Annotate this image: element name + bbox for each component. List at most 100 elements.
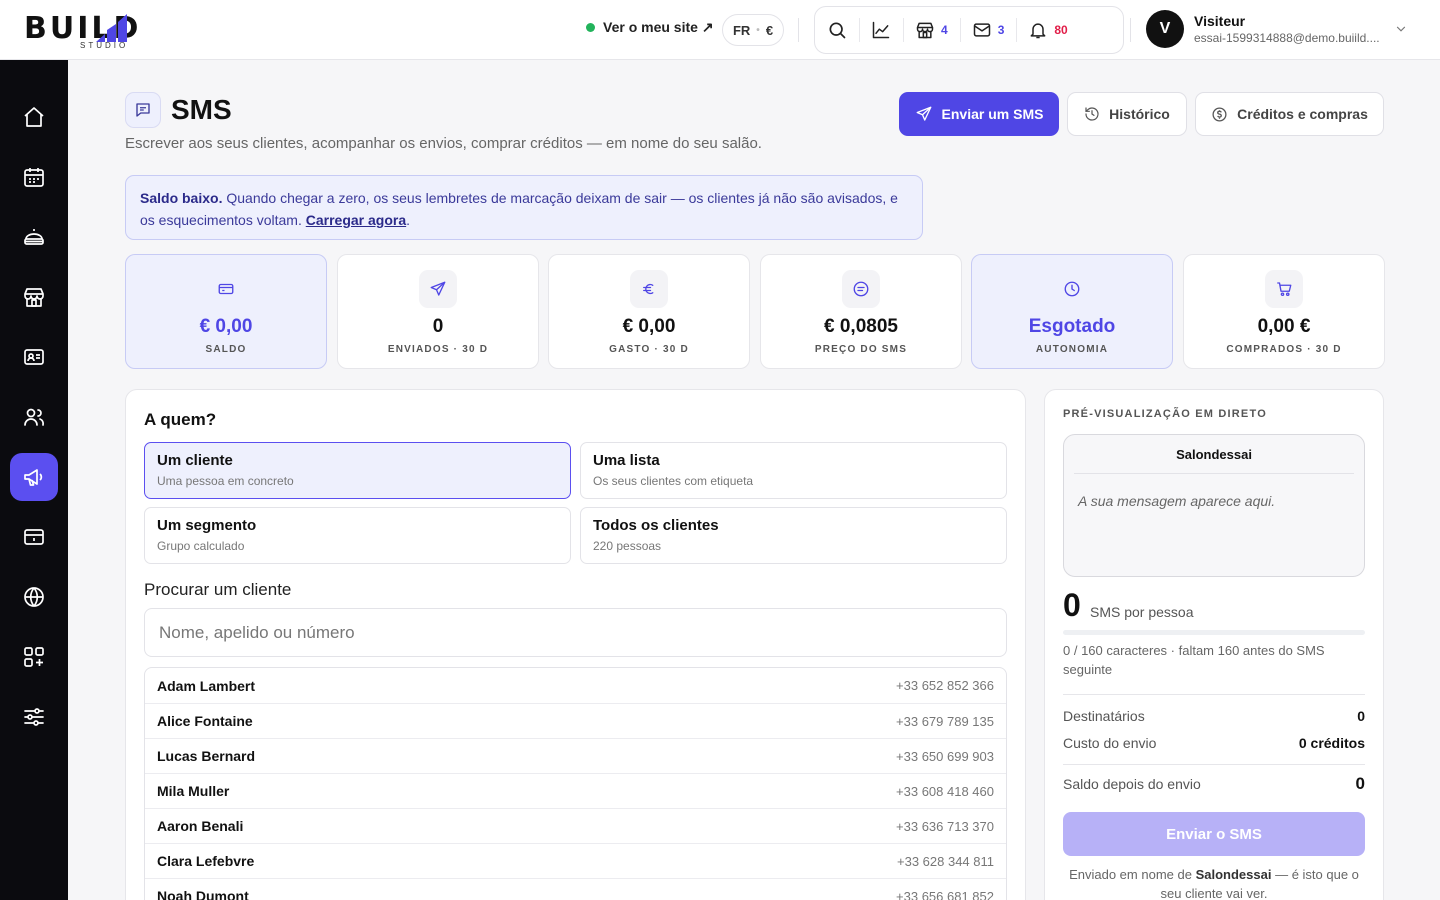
audience-option-list[interactable]: Uma lista Os seus clientes com etiqueta: [580, 442, 1007, 499]
client-phone: +33 636 713 370: [896, 818, 994, 834]
char-counter: 0 / 160 caracteres · faltam 160 antes do…: [1063, 643, 1325, 677]
audience-option-segment[interactable]: Um segmento Grupo calculado: [144, 507, 571, 564]
sidebar-item-payments[interactable]: [10, 513, 58, 561]
client-row[interactable]: Noah Dumont +33 656 681 852: [145, 878, 1006, 900]
stat-value: Esgotado: [1028, 316, 1116, 337]
credits-label: Créditos e compras: [1237, 106, 1368, 122]
stat-card-autonomy: Esgotado AUTONOMIA: [971, 254, 1173, 369]
option-desc: Os seus clientes com etiqueta: [593, 474, 754, 488]
cost-value: 0 créditos: [1298, 735, 1365, 751]
top-bar: BUILD STUDIO Ver o meu site ↗ FR • € 4 3: [0, 0, 1440, 60]
shop-count: 4: [941, 23, 948, 37]
user-menu[interactable]: V Visiteur essai-1599314888@demo.buiild.…: [1146, 10, 1380, 48]
send-sms-submit-button[interactable]: Enviar o SMS: [1063, 812, 1365, 856]
globe-icon: [24, 587, 44, 607]
send-icon: [430, 281, 446, 296]
contacts-icon: [24, 349, 44, 365]
phone-preview: Salondessai A sua mensagem aparece aqui.: [1063, 434, 1365, 577]
option-title: Um segmento: [157, 517, 257, 534]
sidebar-item-sms[interactable]: [10, 453, 58, 501]
currency-label: €: [765, 22, 774, 38]
megaphone-icon: [24, 469, 43, 486]
client-row[interactable]: Mila Muller +33 608 418 460: [145, 773, 1006, 808]
audience-option-one-client[interactable]: Um cliente Uma pessoa em concreto: [144, 442, 571, 499]
stat-value: € 0,00: [199, 316, 253, 337]
history-button[interactable]: Histórico: [1067, 92, 1187, 136]
sidebar-item-home[interactable]: [10, 93, 58, 141]
client-name: Lucas Bernard: [157, 748, 256, 764]
client-name: Clara Lefebvre: [157, 853, 255, 869]
sidebar-item-shop[interactable]: [10, 273, 58, 321]
search-button[interactable]: [815, 6, 859, 54]
client-list: Adam Lambert +33 652 852 366 Alice Fonta…: [144, 667, 1007, 900]
sidebar-item-website[interactable]: [10, 573, 58, 621]
stat-value: € 0,00: [622, 316, 676, 337]
top-up-link[interactable]: Carregar agora: [306, 212, 406, 228]
card-icon: [24, 529, 44, 545]
send-sms-button[interactable]: Enviar um SMS: [899, 92, 1059, 136]
online-dot: [586, 23, 595, 32]
option-title: Uma lista: [593, 452, 660, 469]
sms-count: 0: [1063, 587, 1081, 623]
client-name: Adam Lambert: [157, 677, 256, 694]
apps-icon: [24, 647, 44, 667]
language-label: FR: [732, 22, 751, 38]
sender-note-name: Salondessai: [1195, 867, 1272, 882]
history-label: Histórico: [1109, 106, 1170, 122]
alert-text: Quando chegar a zero, os seus lembretes …: [140, 190, 898, 228]
sidebar-item-apps[interactable]: [10, 633, 58, 681]
language-currency-select[interactable]: FR • €: [722, 14, 784, 46]
send-icon: [916, 106, 931, 121]
client-name: Alice Fontaine: [157, 713, 253, 729]
messages-button[interactable]: 3: [959, 6, 1017, 54]
sidebar-item-team[interactable]: [10, 393, 58, 441]
history-icon: [1085, 107, 1099, 121]
audience-option-all-clients[interactable]: Todos os clientes 220 pessoas: [580, 507, 1007, 564]
price-icon: [853, 281, 869, 297]
alert-title: Saldo baixo.: [140, 190, 223, 206]
notifications-button[interactable]: 80: [1016, 6, 1079, 54]
messages-count: 3: [997, 23, 1005, 37]
client-row[interactable]: Adam Lambert +33 652 852 366: [145, 668, 1006, 703]
sms-title-icon: [125, 92, 161, 128]
services-icon: [24, 229, 44, 245]
balance-after-value: 0: [1355, 774, 1365, 793]
sidebar-item-settings[interactable]: [10, 693, 58, 741]
client-search-input[interactable]: [144, 608, 1007, 657]
sender-note: Enviado em nome de Salondessai — é isto …: [1063, 865, 1365, 900]
cost-row: Custo do envio 0 créditos: [1063, 735, 1365, 751]
shop-button[interactable]: 4: [903, 6, 960, 54]
stats-button[interactable]: [859, 6, 903, 54]
client-row[interactable]: Lucas Bernard +33 650 699 903: [145, 738, 1006, 773]
alert-end: .: [406, 212, 411, 228]
logo[interactable]: BUILD STUDIO: [24, 8, 184, 52]
preview-title: PRÉ-VISUALIZAÇÃO EM DIRETO: [1063, 408, 1267, 420]
logo-bars-icon: [96, 14, 127, 42]
client-name: Noah Dumont: [157, 888, 249, 900]
live-preview-panel: PRÉ-VISUALIZAÇÃO EM DIRETO Salondessai A…: [1044, 389, 1384, 900]
credits-button[interactable]: Créditos e compras: [1195, 92, 1384, 136]
client-phone: +33 652 852 366: [896, 678, 994, 693]
option-title: Um cliente: [157, 452, 233, 469]
view-site-link[interactable]: Ver o meu site ↗: [586, 19, 714, 36]
recipients-label: Destinatários: [1063, 708, 1145, 724]
stat-icon-wrap: [1053, 270, 1091, 308]
sidebar-item-calendar[interactable]: [10, 153, 58, 201]
sidebar: [0, 60, 68, 900]
stat-value: 0,00 €: [1257, 316, 1311, 337]
client-phone: +33 608 418 460: [896, 783, 994, 799]
stat-icon-wrap: [630, 270, 668, 308]
stat-card-sent: 0 ENVIADOS · 30 D: [337, 254, 539, 369]
client-row[interactable]: Aaron Benali +33 636 713 370: [145, 808, 1006, 843]
option-desc: 220 pessoas: [593, 539, 662, 553]
chevron-down-icon[interactable]: [1394, 22, 1408, 36]
sidebar-item-services[interactable]: [10, 213, 58, 261]
recipients-value: 0: [1357, 708, 1365, 724]
store-icon: [916, 22, 934, 39]
sidebar-item-contacts[interactable]: [10, 333, 58, 381]
stat-label: AUTONOMIA: [1035, 344, 1109, 355]
calendar-icon: [24, 168, 44, 187]
client-row[interactable]: Clara Lefebvre +33 628 344 811: [145, 843, 1006, 878]
client-row[interactable]: Alice Fontaine +33 679 789 135: [145, 703, 1006, 738]
client-name: Mila Muller: [157, 783, 230, 799]
